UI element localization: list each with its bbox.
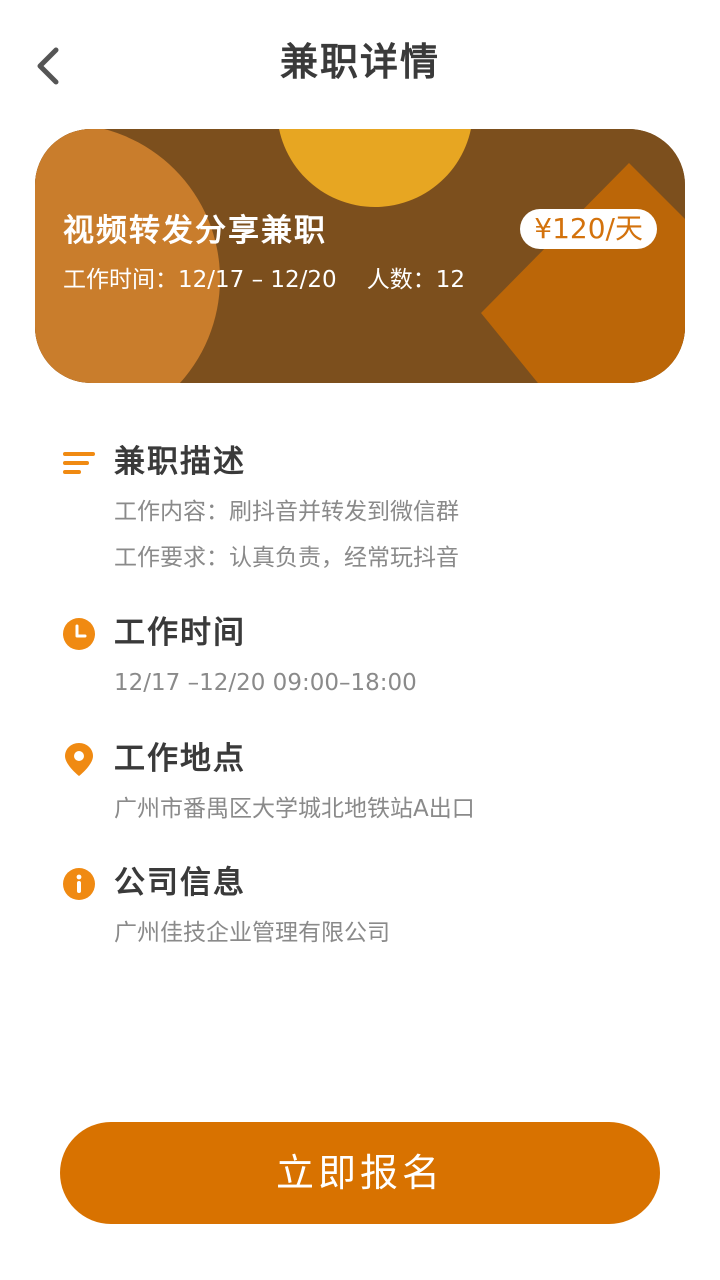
section-title: 工作地点 — [114, 741, 246, 777]
section-description: 兼职描述 工作内容：刷抖音并转发到微信群 工作要求：认真负责，经常玩抖音 — [62, 439, 682, 575]
salary-badge: ¥120/天 — [520, 209, 657, 249]
list-icon — [63, 452, 95, 474]
section-location: 工作地点 广州市番禺区大学城北地铁站A出口 — [62, 736, 682, 826]
section-title: 工作时间 — [114, 615, 246, 651]
work-time-value: 12/17 – 12/20 — [178, 267, 337, 293]
clock-icon — [63, 618, 95, 650]
section-title: 公司信息 — [114, 865, 246, 901]
job-meta: 工作时间：12/17 – 12/20 人数：12 — [63, 263, 465, 297]
section-company: 公司信息 广州佳技企业管理有限公司 — [62, 860, 682, 950]
info-icon — [63, 868, 95, 900]
company-name: 广州佳技企业管理有限公司 — [114, 920, 390, 946]
work-content: 工作内容：刷抖音并转发到微信群 — [114, 499, 459, 525]
banner-decoration — [35, 129, 685, 383]
location-address: 广州市番禺区大学城北地铁站A出口 — [114, 796, 475, 822]
page-title: 兼职详情 — [279, 40, 440, 84]
section-work-time: 工作时间 12/17 –12/20 09:00–18:00 — [62, 610, 682, 700]
people-value: 12 — [435, 267, 465, 293]
job-banner-card: 视频转发分享兼职 ¥120/天 工作时间：12/17 – 12/20 人数：12 — [35, 129, 685, 383]
job-title: 视频转发分享兼职 — [63, 213, 327, 249]
work-time-range: 12/17 –12/20 09:00–18:00 — [114, 670, 417, 696]
work-time-label: 工作时间： — [63, 267, 178, 293]
map-pin-icon — [65, 743, 93, 776]
sign-up-button[interactable]: 立即报名 — [60, 1122, 660, 1224]
top-bar: 兼职详情 — [0, 0, 720, 130]
work-requirement: 工作要求：认真负责，经常玩抖音 — [114, 545, 459, 571]
section-title: 兼职描述 — [114, 444, 246, 480]
people-label: 人数： — [366, 267, 436, 293]
